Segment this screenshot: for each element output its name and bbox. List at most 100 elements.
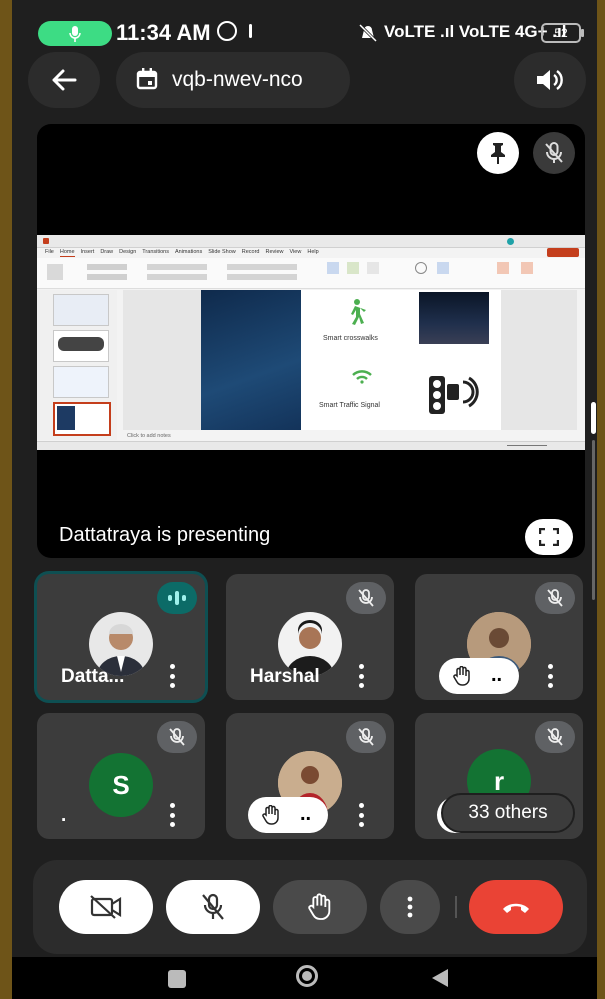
more-options-button[interactable] — [380, 880, 440, 934]
back-button[interactable] — [28, 52, 100, 108]
recents-button[interactable] — [168, 970, 186, 988]
presenter-muted-indicator — [533, 132, 575, 174]
wifi-icon — [352, 370, 372, 384]
scrollbar[interactable] — [591, 402, 596, 434]
slide-thumbnails — [37, 290, 117, 440]
avatar: S — [89, 753, 153, 817]
muted-indicator — [346, 582, 386, 614]
mic-off-icon — [547, 589, 563, 607]
end-call-button[interactable] — [469, 880, 563, 934]
others-tile[interactable]: r 33 others — [415, 713, 583, 839]
battery-level: 52 — [541, 23, 584, 43]
mute-notifications-icon — [358, 24, 378, 42]
more-vert-icon — [407, 896, 413, 918]
participant-name: . — [61, 805, 67, 826]
whatsapp-icon — [217, 21, 237, 41]
ppt-logo — [43, 238, 49, 244]
ribbon-tab-view: View — [289, 249, 302, 255]
ribbon-tab-transitions: Transitions — [142, 249, 169, 255]
phone-screen: 11:34 AM VoLTE .ıl VoLTE 4G+ .ıl 52 vqb-… — [12, 0, 597, 999]
raised-hand-icon — [308, 893, 331, 920]
ribbon-tab-insert: Insert — [80, 249, 95, 255]
camera-toggle-button[interactable] — [59, 880, 153, 934]
muted-indicator — [346, 721, 386, 753]
mic-toggle-button[interactable] — [166, 880, 260, 934]
network-status: VoLTE .ıl VoLTE 4G+ .ıl — [384, 22, 567, 41]
microphone-icon — [69, 25, 81, 42]
ppt-ribbon — [37, 258, 585, 289]
mic-in-use-indicator[interactable] — [38, 21, 112, 46]
meeting-info-button[interactable]: vqb-nwev-nco — [116, 52, 350, 108]
ppt-titlebar — [37, 235, 585, 248]
ribbon-tab-help: Help — [307, 249, 319, 255]
traffic-light-icon — [429, 376, 479, 414]
ppt-ribbon-tabs: File Home Insert Draw Design Transitions… — [45, 249, 319, 257]
others-count-badge[interactable]: 33 others — [441, 793, 575, 833]
pin-button[interactable] — [477, 132, 519, 174]
raised-hand-icon — [453, 666, 470, 686]
slide-canvas: Smart crosswalks Smart Traffic Signal — [123, 290, 577, 430]
ribbon-tab-design: Design — [119, 249, 137, 255]
status-time: 11:34 AM — [116, 20, 211, 45]
presenting-label: Dattatraya is presenting — [59, 524, 271, 546]
ppt-teal-icon — [507, 238, 514, 245]
calendar-icon — [136, 68, 158, 90]
participant-tile[interactable]: S . — [37, 713, 205, 839]
hand-raised-badge: .. — [248, 797, 328, 833]
navigation-bar — [12, 957, 597, 999]
ribbon-tab-draw: Draw — [100, 249, 114, 255]
speaker-button[interactable] — [514, 52, 586, 108]
scrollbar-track — [592, 440, 595, 600]
muted-indicator — [535, 582, 575, 614]
participant-tile[interactable]: .. — [415, 574, 583, 700]
back-triangle-icon[interactable] — [430, 967, 450, 989]
participant-name: Datta... — [61, 666, 125, 687]
more-options-button[interactable] — [169, 664, 175, 688]
mic-off-icon — [202, 893, 224, 920]
more-options-button[interactable] — [547, 664, 553, 688]
more-options-button[interactable] — [358, 664, 364, 688]
presentation-view[interactable]: File Home Insert Draw Design Transitions… — [37, 124, 585, 558]
shared-screen: File Home Insert Draw Design Transitions… — [37, 235, 585, 450]
ppt-statusbar — [37, 441, 585, 450]
more-options-button[interactable] — [169, 803, 175, 827]
crosswalk-icon — [351, 299, 366, 325]
mic-off-icon — [547, 728, 563, 746]
back-arrow-icon — [52, 69, 77, 91]
slide-item-smart-traffic-signal: Smart Traffic Signal — [319, 402, 380, 409]
camera-off-icon — [90, 895, 122, 919]
mic-off-icon — [358, 589, 374, 607]
divider — [455, 896, 457, 918]
ppt-share-button — [547, 248, 579, 257]
ribbon-tab-review: Review — [265, 249, 284, 255]
home-button[interactable] — [296, 965, 318, 987]
speaking-indicator — [157, 582, 197, 614]
raise-hand-button[interactable] — [273, 880, 367, 934]
ribbon-tab-animations: Animations — [174, 249, 203, 255]
hand-raised-label: .. — [300, 803, 312, 825]
ribbon-tab-file: File — [45, 249, 54, 255]
end-call-icon — [503, 903, 529, 913]
slide-item-smart-crosswalks: Smart crosswalks — [323, 335, 378, 342]
participant-tile[interactable]: Harshal — [226, 574, 394, 700]
participant-tile[interactable]: .. — [226, 713, 394, 839]
slide-notes: Click to add notes — [127, 433, 171, 439]
fullscreen-button[interactable] — [525, 519, 573, 555]
ribbon-tab-slideshow: Slide Show — [208, 249, 236, 255]
meeting-code: vqb-nwev-nco — [172, 68, 303, 91]
notification-icon — [249, 24, 252, 38]
hand-raised-badge: .. — [439, 658, 519, 694]
participant-tile[interactable]: Datta... — [37, 574, 205, 700]
participant-name: Harshal — [250, 666, 320, 687]
mic-off-icon — [545, 142, 563, 163]
call-controls — [33, 860, 587, 954]
more-options-button[interactable] — [358, 803, 364, 827]
crosswalk-photo — [419, 292, 489, 344]
mic-off-icon — [358, 728, 374, 746]
mic-off-icon — [169, 728, 185, 746]
ribbon-tab-record: Record — [241, 249, 260, 255]
muted-indicator — [157, 721, 197, 753]
pin-icon — [491, 143, 505, 164]
ribbon-tab-home: Home — [59, 249, 75, 257]
raised-hand-icon — [262, 805, 279, 825]
